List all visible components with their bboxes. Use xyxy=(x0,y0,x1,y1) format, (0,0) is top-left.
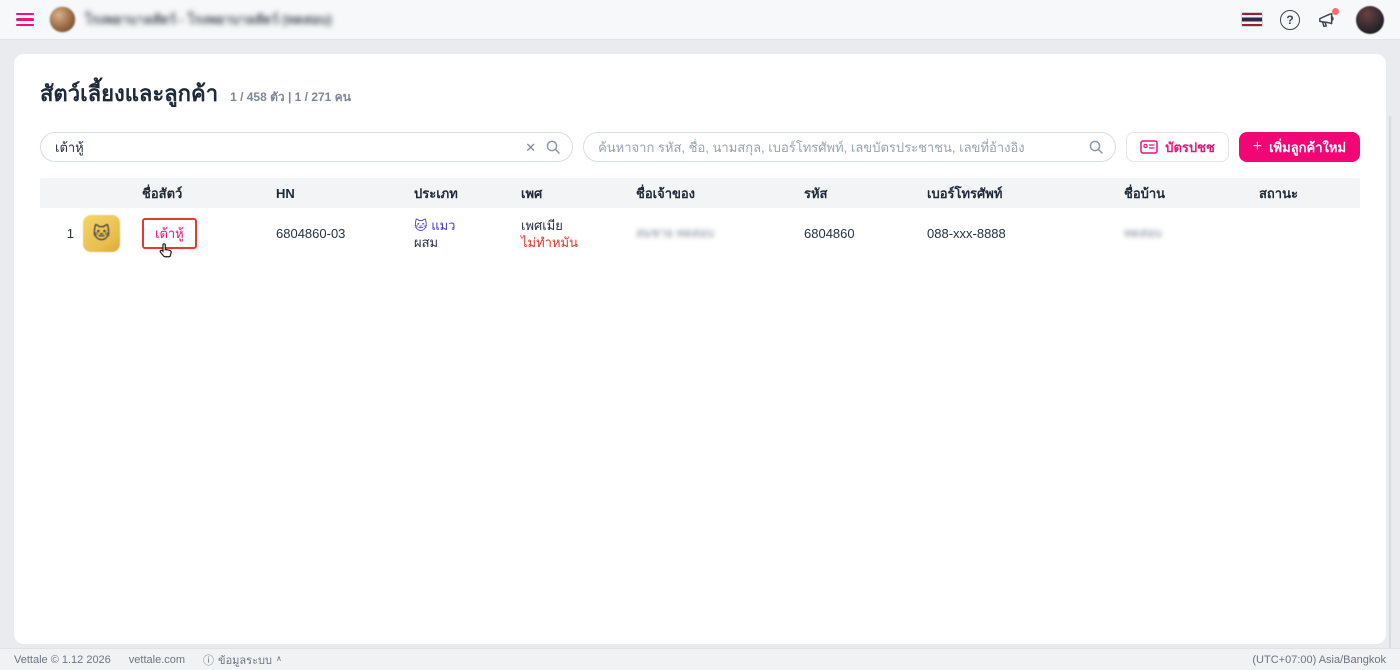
pet-sex-cell: เพศเมีย ไม่ทำหมัน xyxy=(521,217,636,251)
neuter-status: ไม่ทำหมัน xyxy=(521,234,636,251)
breed-label: ผสม xyxy=(414,234,521,251)
customer-search-box xyxy=(583,132,1116,162)
house-name: ทดสอบ xyxy=(1124,226,1162,240)
col-code: รหัส xyxy=(804,183,927,204)
row-index: 1 xyxy=(40,226,80,241)
search-icon[interactable] xyxy=(1088,139,1104,155)
col-species: ประเภท xyxy=(414,183,521,204)
customer-code: 6804860 xyxy=(804,226,927,241)
owner-name: สมชาย ทดสอบ xyxy=(636,226,714,240)
col-phone: เบอร์โทรศัพท์ xyxy=(927,183,1124,204)
add-customer-button[interactable]: + เพิ่มลูกค้าใหม่ xyxy=(1239,132,1360,162)
topbar: โรงพยาบาลสัตว์ - โรงพยาบาลสัตว์ (ทดสอบ) … xyxy=(0,0,1400,40)
website-link[interactable]: vettale.com xyxy=(129,654,185,666)
pet-hn: 6804860-03 xyxy=(276,226,414,241)
pet-name-link[interactable]: เต้าหู้ xyxy=(142,218,197,249)
notification-dot xyxy=(1332,8,1339,15)
search-icon[interactable] xyxy=(545,139,561,155)
page-counts: 1 / 458 ตัว | 1 / 271 คน xyxy=(230,88,351,107)
clinic-avatar xyxy=(49,6,76,33)
table-header-row: ชื่อสัตว์ HN ประเภท เพศ ชื่อเจ้าของ รหัส… xyxy=(40,178,1360,208)
col-sex: เพศ xyxy=(521,183,636,204)
species-label: แมว xyxy=(431,218,455,233)
col-status: สถานะ xyxy=(1259,183,1360,204)
scrollbar[interactable] xyxy=(1389,116,1391,662)
pet-avatar: 🐱 xyxy=(83,215,120,252)
menu-icon[interactable] xyxy=(16,13,34,27)
id-card-icon xyxy=(1140,140,1158,154)
pet-name: เต้าหู้ xyxy=(155,226,184,241)
timezone-label: (UTC+07:00) Asia/Bangkok xyxy=(1252,654,1386,666)
sex-label: เพศเมีย xyxy=(521,217,636,234)
table-row[interactable]: 1 🐱 เต้าหู้ 6804860-03 🐱 แมว ผสม xyxy=(40,208,1360,259)
chevron-up-icon: ∧ xyxy=(276,654,282,663)
col-hn: HN xyxy=(276,186,414,201)
cursor-icon xyxy=(156,242,175,261)
clinic-title: โรงพยาบาลสัตว์ - โรงพยาบาลสัตว์ (ทดสอบ) xyxy=(85,9,332,30)
pet-species-cell: 🐱 แมว ผสม xyxy=(414,217,521,251)
col-house: ชื่อบ้าน xyxy=(1124,183,1259,204)
col-owner: ชื่อเจ้าของ xyxy=(636,183,804,204)
add-customer-button-label: เพิ่มลูกค้าใหม่ xyxy=(1269,137,1346,158)
id-card-button[interactable]: บัตรปชช xyxy=(1126,132,1229,162)
help-icon[interactable]: ? xyxy=(1280,10,1300,30)
copyright: Vettale © 1.12 2026 xyxy=(14,654,111,666)
id-card-button-label: บัตรปชช xyxy=(1165,137,1215,158)
info-icon: ⓘ xyxy=(203,652,214,668)
pet-search-input[interactable] xyxy=(40,132,573,162)
system-info-toggle[interactable]: ⓘ ข้อมูลระบบ ∧ xyxy=(203,651,282,669)
pets-table: ชื่อสัตว์ HN ประเภท เพศ ชื่อเจ้าของ รหัส… xyxy=(40,178,1360,259)
page-title: สัตว์เลี้ยงและลูกค้า xyxy=(40,76,218,111)
pet-search-box: ✕ xyxy=(40,132,573,162)
customer-search-input[interactable] xyxy=(583,132,1116,162)
footer: Vettale © 1.12 2026 vettale.com ⓘ ข้อมูล… xyxy=(0,648,1400,670)
clear-icon[interactable]: ✕ xyxy=(525,141,536,154)
phone-number: 088-xxx-8888 xyxy=(927,226,1124,241)
col-pet-name: ชื่อสัตว์ xyxy=(142,183,276,204)
pets-customers-card: สัตว์เลี้ยงและลูกค้า 1 / 458 ตัว | 1 / 2… xyxy=(14,54,1386,644)
system-info-label: ข้อมูลระบบ xyxy=(218,651,272,669)
plus-icon: + xyxy=(1253,139,1262,155)
user-avatar[interactable] xyxy=(1356,6,1384,34)
thai-flag-icon[interactable] xyxy=(1241,12,1263,27)
cat-icon: 🐱 xyxy=(414,218,428,233)
announcement-megaphone-icon[interactable] xyxy=(1317,10,1339,30)
